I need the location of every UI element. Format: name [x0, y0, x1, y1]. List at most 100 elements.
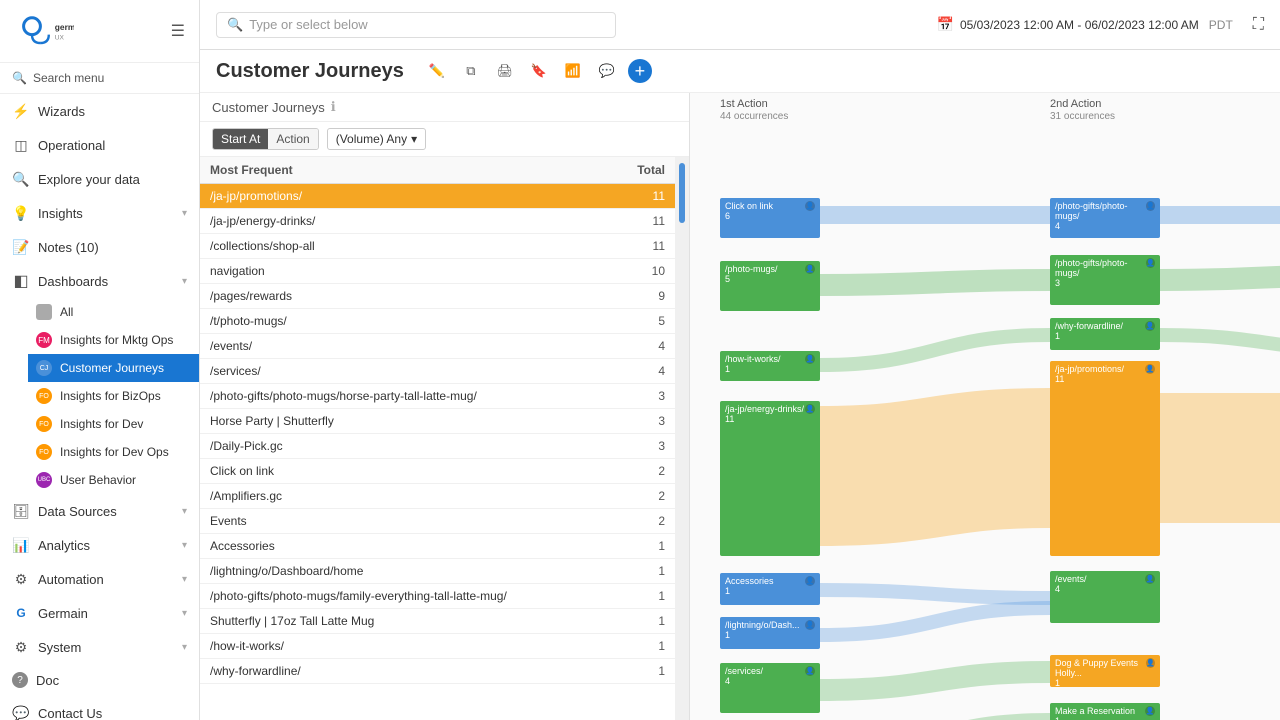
node-accessories[interactable]: Accessories1 👤 — [720, 573, 820, 605]
add-button[interactable]: + — [628, 59, 652, 83]
dashboards-icon: ◧ — [12, 272, 30, 290]
sidebar-item-doc[interactable]: ? Doc — [0, 664, 199, 696]
node-avatar: 👤 — [805, 264, 815, 274]
chart-scroll[interactable]: 1st Action 44 occurrences 2nd Action 31 … — [690, 93, 1280, 720]
sidebar-item-user-behavior[interactable]: UBC User Behavior — [28, 466, 199, 494]
sidebar-item-explore[interactable]: 🔍 Explore your data — [0, 162, 199, 196]
sidebar-item-all[interactable]: All — [28, 298, 199, 326]
node-photo-gifts-1[interactable]: /photo-gifts/photo-mugs/4 👤 — [1050, 198, 1160, 238]
print-button[interactable]: 🖨 — [492, 58, 518, 84]
toggle-action[interactable]: Action — [268, 129, 317, 149]
node-label: /how-it-works/1 — [725, 354, 781, 374]
notes-icon: 📝 — [12, 238, 30, 256]
table-row[interactable]: navigation10 — [200, 259, 675, 284]
sidebar-item-analytics[interactable]: 📊 Analytics ▾ — [0, 528, 199, 562]
count-cell: 3 — [613, 384, 675, 409]
sidebar-item-customer-journeys[interactable]: CJ Customer Journeys — [28, 354, 199, 382]
table-row[interactable]: /why-forwardline/1 — [200, 659, 675, 684]
sidebar-item-wizards[interactable]: ⚡ Wizards — [0, 94, 199, 128]
node-events-col2[interactable]: /events/4 👤 — [1050, 571, 1160, 623]
node-photo-mugs[interactable]: /photo-mugs/5 👤 — [720, 261, 820, 311]
bookmark-button[interactable]: 🔖 — [526, 58, 552, 84]
table-row[interactable]: /t/photo-mugs/5 — [200, 309, 675, 334]
table-row[interactable]: Horse Party | Shutterfly3 — [200, 409, 675, 434]
fullscreen-button[interactable]: ⛶ — [1253, 16, 1264, 34]
table-row[interactable]: /photo-gifts/photo-mugs/family-everythin… — [200, 584, 675, 609]
col2-occurrences: 31 occurences — [1050, 111, 1115, 122]
table-row[interactable]: /ja-jp/promotions/11 — [200, 184, 675, 209]
sidebar-item-label: Notes (10) — [38, 240, 187, 255]
count-cell: 1 — [613, 634, 675, 659]
sidebar-item-system[interactable]: ⚙ System ▾ — [0, 630, 199, 664]
node-services[interactable]: /services/4 👤 — [720, 663, 820, 713]
table-row[interactable]: Accessories1 — [200, 534, 675, 559]
table-row[interactable]: /Daily-Pick.gc3 — [200, 434, 675, 459]
node-energy-drinks[interactable]: /ja-jp/energy-drinks/11 👤 — [720, 401, 820, 556]
sidebar-item-notes[interactable]: 📝 Notes (10) — [0, 230, 199, 264]
search-menu-item[interactable]: 🔍 Search menu — [0, 63, 199, 94]
chart-button[interactable]: 📶 — [560, 58, 586, 84]
sidebar-item-dashboards[interactable]: ◧ Dashboards ▾ — [0, 264, 199, 298]
node-lightning[interactable]: /lightning/o/Dash...1 👤 — [720, 617, 820, 649]
toggle-start-at[interactable]: Start At — [213, 129, 268, 149]
sidebar-item-insights[interactable]: 💡 Insights ▾ — [0, 196, 199, 230]
table-row[interactable]: /services/4 — [200, 359, 675, 384]
node-ja-jp-promotions[interactable]: /ja-jp/promotions/11 👤 — [1050, 361, 1160, 556]
path-cell: /ja-jp/promotions/ — [200, 184, 613, 209]
sidebar-item-insights-devops[interactable]: FO Insights for Dev Ops — [28, 438, 199, 466]
edit-button[interactable]: ✏️ — [424, 58, 450, 84]
copy-button[interactable]: ⧉ — [458, 58, 484, 84]
node-avatar: 👤 — [1145, 321, 1155, 331]
path-cell: /events/ — [200, 334, 613, 359]
node-avatar: 👤 — [805, 354, 815, 364]
count-cell: 1 — [613, 584, 675, 609]
col1-label: 1st Action — [720, 98, 768, 110]
sidebar-item-data-sources[interactable]: 🗄 Data Sources ▾ — [0, 494, 199, 528]
sidebar-item-insights-mkt[interactable]: FM Insights for Mktg Ops — [28, 326, 199, 354]
volume-select[interactable]: (Volume) Any ▾ — [327, 128, 426, 150]
table-row[interactable]: /Amplifiers.gc2 — [200, 484, 675, 509]
sidebar-item-insights-biz[interactable]: FO Insights for BizOps — [28, 382, 199, 410]
sidebar-item-germain[interactable]: G Germain ▾ — [0, 596, 199, 630]
expand-icon: ▾ — [182, 506, 187, 517]
devops-icon: FO — [36, 444, 52, 460]
node-why-forwardline[interactable]: /why-forwardline/1 👤 — [1050, 318, 1160, 350]
node-click-on-link[interactable]: Click on link6 👤 — [720, 198, 820, 238]
left-panel: Customer Journeys ℹ Start At Action (Vol… — [200, 93, 690, 720]
date-range-display[interactable]: 📅 05/03/2023 12:00 AM - 06/02/2023 12:00… — [937, 16, 1233, 33]
path-cell: /ja-jp/energy-drinks/ — [200, 209, 613, 234]
sidebar-item-insights-dev[interactable]: FO Insights for Dev — [28, 410, 199, 438]
scrollbar[interactable] — [675, 157, 689, 720]
global-search[interactable]: 🔍 Type or select below — [216, 12, 616, 38]
table-row[interactable]: /ja-jp/energy-drinks/11 — [200, 209, 675, 234]
sidebar-sub-label: Insights for Mktg Ops — [60, 333, 187, 347]
table-row[interactable]: /lightning/o/Dashboard/home1 — [200, 559, 675, 584]
table-container: Most Frequent Total /ja-jp/promotions/11… — [200, 157, 675, 720]
col-most-frequent: Most Frequent — [200, 157, 613, 184]
count-cell: 11 — [613, 184, 675, 209]
table-row[interactable]: /collections/shop-all11 — [200, 234, 675, 259]
table-row[interactable]: Events2 — [200, 509, 675, 534]
table-row[interactable]: /photo-gifts/photo-mugs/horse-party-tall… — [200, 384, 675, 409]
path-cell: /t/photo-mugs/ — [200, 309, 613, 334]
table-row[interactable]: /how-it-works/1 — [200, 634, 675, 659]
hamburger-menu[interactable]: ☰ — [171, 21, 185, 41]
dashboards-submenu: All FM Insights for Mktg Ops CJ Customer… — [0, 298, 199, 494]
table-row[interactable]: /events/4 — [200, 334, 675, 359]
node-how-it-works[interactable]: /how-it-works/1 👤 — [720, 351, 820, 381]
sidebar-item-label: Data Sources — [38, 504, 174, 519]
svg-text:UX: UX — [55, 34, 65, 41]
topbar: 🔍 Type or select below 📅 05/03/2023 12:0… — [200, 0, 1280, 50]
sidebar-item-contact[interactable]: 💬 Contact Us — [0, 696, 199, 720]
table-row[interactable]: Shutterfly | 17oz Tall Latte Mug1 — [200, 609, 675, 634]
node-make-reservation[interactable]: Make a Reservation1 👤 — [1050, 703, 1160, 720]
scrollbar-thumb — [679, 163, 685, 223]
table-row[interactable]: /pages/rewards9 — [200, 284, 675, 309]
table-row[interactable]: Click on link2 — [200, 459, 675, 484]
sidebar-item-operational[interactable]: ◫ Operational — [0, 128, 199, 162]
sidebar-item-automation[interactable]: ⚙ Automation ▾ — [0, 562, 199, 596]
comment-button[interactable]: 💬 — [594, 58, 620, 84]
node-photo-gifts-2[interactable]: /photo-gifts/photo-mugs/3 👤 — [1050, 255, 1160, 305]
expand-icon: ▾ — [182, 276, 187, 287]
node-dog-puppy-events[interactable]: Dog & Puppy Events Holly...1 👤 — [1050, 655, 1160, 687]
